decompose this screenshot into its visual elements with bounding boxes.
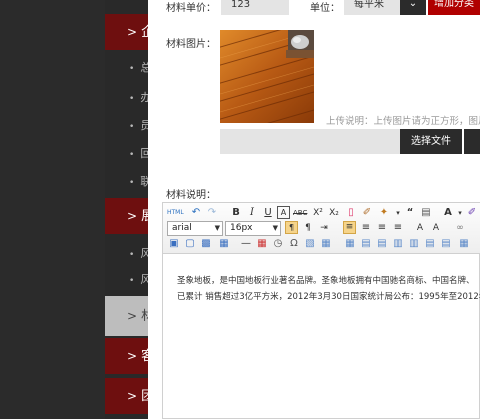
material-image-preview xyxy=(220,30,314,123)
undo-icon[interactable]: ↶ xyxy=(189,206,203,220)
chevron-right-icon: > xyxy=(127,309,138,323)
sidebar-subitem[interactable]: • 联 xyxy=(105,172,148,192)
indent-icon[interactable]: ⇥ xyxy=(317,221,331,235)
sidebar-strip xyxy=(0,0,105,419)
col-insert-icon[interactable]: ▥ xyxy=(391,237,405,251)
map-icon[interactable]: ▦ xyxy=(319,237,333,251)
sidebar-item-label: 客户 xyxy=(141,349,148,364)
sidebar-subitem[interactable]: • 回 xyxy=(105,144,148,164)
blockquote-icon[interactable]: “ xyxy=(403,206,417,220)
chevron-right-icon: > xyxy=(127,349,138,363)
bullet-icon: • xyxy=(129,94,135,104)
horizontal-line-icon[interactable]: — xyxy=(239,237,253,251)
sidebar-item-enterprise[interactable]: >企业 xyxy=(105,14,148,50)
sidebar-item-customers[interactable]: >客户 xyxy=(105,338,148,374)
auto-format-icon[interactable]: ✦ xyxy=(377,206,391,220)
highlight-icon[interactable]: ✐ xyxy=(465,206,479,220)
paste-plain-icon[interactable]: ▤ xyxy=(419,206,433,220)
chevron-down-icon: ▼ xyxy=(214,224,220,232)
subscript-icon[interactable]: X₂ xyxy=(327,206,341,220)
bullet-icon: • xyxy=(129,150,135,160)
sidebar-subitem[interactable]: • 办 xyxy=(105,88,148,108)
delete-table-icon[interactable]: ▦ xyxy=(457,237,471,251)
table-icon[interactable]: ▦ xyxy=(217,237,231,251)
merge-cells-icon[interactable]: ▤ xyxy=(423,237,437,251)
unit-label: 单位： xyxy=(310,3,340,14)
upload-hint: 上传说明：上传图片请为正方形，图片大 xyxy=(326,116,480,127)
content-line: 已累计 销售超过3亿平方米，2012年3月30日国家统计局公布：1995年至20… xyxy=(177,292,480,302)
sidebar-item-showcase[interactable]: >展示 xyxy=(105,198,148,234)
ltr-icon[interactable]: ¶ xyxy=(285,221,298,234)
font-border-icon[interactable]: A xyxy=(277,206,290,219)
col-delete-icon[interactable]: ▥ xyxy=(407,237,421,251)
sidebar-item-label: 展示 xyxy=(141,209,148,224)
special-char-icon[interactable]: Ω xyxy=(287,237,301,251)
underline-icon[interactable]: U xyxy=(261,206,275,220)
superscript-icon[interactable]: X² xyxy=(311,206,325,220)
strikethrough-icon[interactable]: ABC xyxy=(293,206,307,220)
time-icon[interactable]: ◷ xyxy=(271,237,285,251)
rtl-icon[interactable]: ¶ xyxy=(301,221,315,235)
redo-icon[interactable]: ↷ xyxy=(205,206,219,220)
bullet-icon: • xyxy=(129,122,135,132)
sidebar-item-label: 企业 xyxy=(141,25,148,40)
sidebar-subitem[interactable]: • 总 xyxy=(105,58,148,78)
wood-floor-image xyxy=(220,30,314,123)
sidebar-item-materials[interactable]: > 材 xyxy=(105,296,148,336)
sidebar-item-team[interactable]: >团队 xyxy=(105,378,148,414)
price-label: 材料单价： xyxy=(166,3,216,14)
sidebar: >企业 •总 •办 •员 •回 •联 >展示 •风 •风 >材 >客户 >团队 xyxy=(0,0,148,419)
italic-icon[interactable]: I xyxy=(245,206,259,220)
description-label: 材料说明： xyxy=(166,190,216,201)
table-insert-icon[interactable]: ▦ xyxy=(343,237,357,251)
content-line: 圣象地板，是中国地板行业著名品牌。圣象地板拥有中国驰名商标、中国名牌、 xyxy=(177,276,475,286)
align-left-icon[interactable]: ≡ xyxy=(343,221,356,234)
row-insert-icon[interactable]: ▤ xyxy=(359,237,373,251)
bold-icon[interactable]: B xyxy=(229,206,243,220)
align-justify-icon[interactable]: ≡ xyxy=(391,221,405,235)
sidebar-subitem[interactable]: • 风 xyxy=(105,244,148,264)
align-right-icon[interactable]: ≡ xyxy=(375,221,389,235)
chevron-right-icon: > xyxy=(127,25,138,39)
chevron-down-icon: ⌄ xyxy=(408,0,418,9)
bullet-icon: • xyxy=(129,64,135,74)
image-icon[interactable]: ▣ xyxy=(167,237,181,251)
link-icon[interactable]: ∞ xyxy=(453,221,467,235)
align-center-icon[interactable]: ≡ xyxy=(359,221,373,235)
font-style-icon[interactable]: A xyxy=(413,221,427,235)
sidebar-subitem[interactable]: • 员 xyxy=(105,116,148,136)
date-icon[interactable]: ▦ xyxy=(255,237,269,251)
sidebar-subitem[interactable]: • 风 xyxy=(105,270,148,290)
chevron-right-icon: > xyxy=(127,209,138,223)
price-input[interactable]: 123 xyxy=(221,0,289,15)
unit-dropdown-button[interactable]: ⌄ xyxy=(400,0,426,15)
sidebar-item-label: 团队 xyxy=(141,389,148,404)
unit-select[interactable]: 每平米 xyxy=(344,0,400,15)
rich-text-editor[interactable]: HTML ↶ ↷ B I U A ABC X² X₂ ▯ ✐ ✦ ▾ “ ▤ A… xyxy=(162,202,480,419)
chevron-right-icon: > xyxy=(127,389,138,403)
bullet-icon: • xyxy=(129,250,135,260)
video-icon[interactable]: ▩ xyxy=(199,237,213,251)
add-category-button[interactable]: 增加分类 xyxy=(428,0,480,15)
letter-spacing-icon[interactable]: A xyxy=(429,221,443,235)
image-label: 材料图片： xyxy=(166,39,216,50)
bullet-icon: • xyxy=(129,178,135,188)
bullet-icon: • xyxy=(129,276,135,286)
font-family-select[interactable]: arial ▼ xyxy=(167,221,223,236)
editor-toolbar: HTML ↶ ↷ B I U A ABC X² X₂ ▯ ✐ ✦ ▾ “ ▤ A… xyxy=(163,203,480,254)
chevron-down-icon: ▼ xyxy=(272,224,278,232)
upload-button[interactable] xyxy=(464,129,480,154)
format-brush-icon[interactable]: ✐ xyxy=(360,206,374,220)
split-cells-icon[interactable]: ▤ xyxy=(439,237,453,251)
sidebar-item-label: 材 xyxy=(141,309,148,324)
editor-content[interactable]: 圣象地板，是中国地板行业著名品牌。圣象地板拥有中国驰名商标、中国名牌、 已累计 … xyxy=(177,273,480,305)
html-source-icon[interactable]: HTML xyxy=(167,206,184,220)
multi-image-icon[interactable]: ▢ xyxy=(183,237,197,251)
font-size-select[interactable]: 16px ▼ xyxy=(225,221,281,236)
eraser-icon[interactable]: ▯ xyxy=(344,206,358,220)
emoticon-icon[interactable]: ▧ xyxy=(303,237,317,251)
row-delete-icon[interactable]: ▤ xyxy=(375,237,389,251)
file-path-field[interactable] xyxy=(220,129,400,154)
choose-file-button[interactable]: 选择文件 xyxy=(400,129,462,154)
